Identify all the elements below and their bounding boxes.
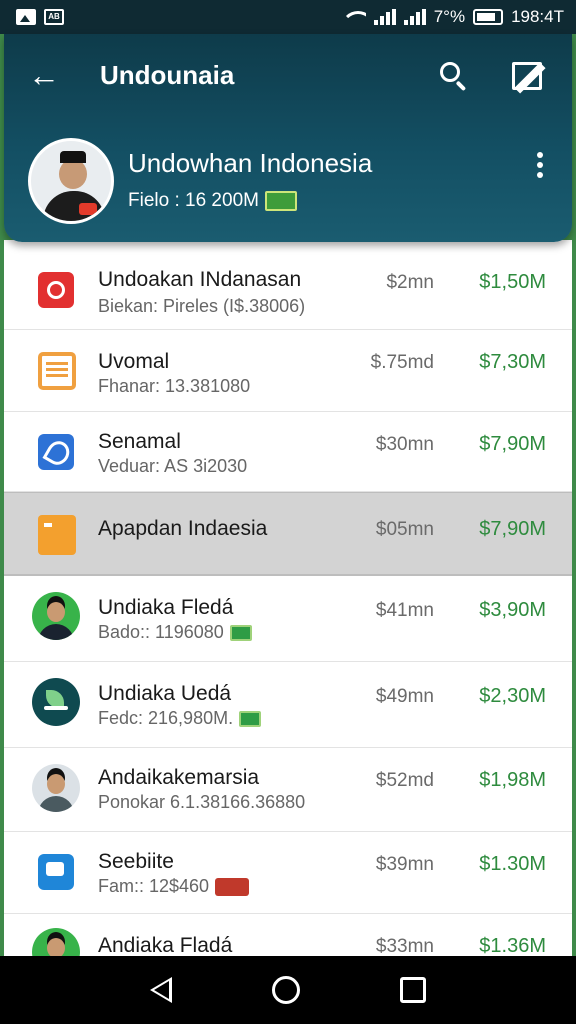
item-subtitle: Fam:: 12$460 xyxy=(98,876,210,896)
item-amount: $30mn xyxy=(375,434,434,455)
profile-subtitle-row: Fielo : 16 200M xyxy=(128,190,297,212)
status-left: AB xyxy=(16,9,64,25)
battery-percent: 7°% xyxy=(433,7,466,26)
item-subtitle: Fedc: 216,980M. xyxy=(98,708,234,728)
item-subtitle: Ponokar 6.1.38166.36880 xyxy=(98,792,306,812)
list-item-selected[interactable]: Apapdan Indaesia $05mn $7,90M xyxy=(4,492,572,576)
item-subtitle: Fhanar: 13.381080 xyxy=(98,376,251,396)
item-title: Undoakan INdanasan xyxy=(98,268,302,291)
list-item[interactable]: Seebiite Fam:: 12$460 $39mn $1.30M xyxy=(4,832,572,914)
person-avatar-icon xyxy=(32,764,80,812)
profile-name: Undowhan Indonesia xyxy=(128,148,373,178)
money-icon xyxy=(229,624,252,641)
app-title: Undounaia xyxy=(100,60,235,90)
more-options-icon[interactable] xyxy=(534,152,546,182)
item-amount: $2mn xyxy=(386,272,434,293)
document-icon xyxy=(32,346,80,394)
item-title: Undiaka Fledá xyxy=(98,596,234,619)
status-time: 198:4T xyxy=(511,7,564,26)
list-item[interactable]: Andaikakemarsia Ponokar 6.1.38166.36880 … xyxy=(4,748,572,832)
link-icon xyxy=(32,428,80,476)
item-value: $3,90M xyxy=(479,599,546,621)
item-value: $2,30M xyxy=(479,685,546,707)
battery-icon xyxy=(473,9,504,25)
leaf-icon xyxy=(32,678,80,726)
status-bar: AB 7°% 198:4T xyxy=(0,0,576,34)
item-amount: $49mn xyxy=(375,686,434,707)
item-amount: $33mn xyxy=(375,936,434,956)
nav-recent-apps-icon[interactable] xyxy=(400,977,426,1003)
nav-home-icon[interactable] xyxy=(272,976,300,1004)
list-item[interactable]: Senamal Veduar: AS 3i2030 $30mn $7,90M xyxy=(4,412,572,492)
list-item[interactable]: Undiaka Fledá Bado:: 1196080 $41mn $3,90… xyxy=(4,576,572,662)
item-subtitle-row: Fedc: 216,980M. xyxy=(98,708,262,729)
item-subtitle-row: Bado:: 1196080 xyxy=(98,622,252,643)
item-title: Uvomal xyxy=(98,350,170,373)
nav-back-icon[interactable] xyxy=(150,977,172,1003)
image-notification-icon xyxy=(16,9,36,25)
item-subtitle: Bado:: 1196080 xyxy=(98,622,224,642)
red-circle-icon xyxy=(32,266,80,314)
person-avatar-icon xyxy=(32,592,80,640)
signal-icon xyxy=(373,9,396,25)
back-arrow-icon[interactable]: ← xyxy=(26,58,62,94)
person-avatar-icon xyxy=(32,928,80,956)
money-icon xyxy=(239,710,262,727)
item-amount: $52md xyxy=(375,770,434,791)
item-value: $7,90M xyxy=(479,518,546,540)
status-right: 7°% 198:4T xyxy=(343,7,564,27)
item-amount: $.75md xyxy=(370,352,434,373)
ab-notification-icon: AB xyxy=(44,9,64,25)
item-amount: $05mn xyxy=(375,519,434,540)
list-item[interactable]: Andiaka Fladá $33mn $1.36M xyxy=(4,914,572,956)
toolbar: ← Undounaia xyxy=(4,34,572,118)
item-amount: $41mn xyxy=(375,600,434,621)
item-value: $7,90M xyxy=(479,433,546,455)
app-header: ← Undounaia Undowhan Indonesia Fielo : 1… xyxy=(4,34,572,242)
item-value: $1,50M xyxy=(479,271,546,293)
item-title: Andaikakemarsia xyxy=(98,766,260,789)
list-item[interactable]: Undoakan INdanasan Biekan: Pireles (I$.3… xyxy=(4,240,572,330)
wifi-icon xyxy=(343,9,366,25)
profile-subtitle: Fielo : 16 200M xyxy=(128,190,259,211)
item-amount: $39mn xyxy=(375,854,434,875)
item-subtitle: Veduar: AS 3i2030 xyxy=(98,456,248,476)
edit-icon[interactable] xyxy=(512,62,546,94)
stamp-icon xyxy=(215,877,250,896)
system-nav-bar xyxy=(0,956,576,1024)
item-subtitle: Biekan: Pireles (I$.38006) xyxy=(98,296,306,316)
item-title: Seebiite xyxy=(98,850,174,873)
chat-icon xyxy=(32,848,80,896)
money-icon xyxy=(264,191,297,211)
item-subtitle-row: Fam:: 12$460 xyxy=(98,876,250,897)
investment-list: Undoakan INdanasan Biekan: Pireles (I$.3… xyxy=(4,240,572,956)
search-icon[interactable] xyxy=(436,58,472,94)
item-value: $7,30M xyxy=(479,351,546,373)
signal-2-icon xyxy=(403,9,426,25)
item-value: $1.36M xyxy=(479,935,546,956)
item-title: Senamal xyxy=(98,430,181,453)
list-item[interactable]: Uvomal Fhanar: 13.381080 $.75md $7,30M xyxy=(4,330,572,412)
item-title: Apapdan Indaesia xyxy=(98,517,268,540)
item-title: Andiaka Fladá xyxy=(98,934,233,956)
item-title: Undiaka Uedá xyxy=(98,682,232,705)
list-item[interactable]: Undiaka Uedá Fedc: 216,980M. $49mn $2,30… xyxy=(4,662,572,748)
folder-icon xyxy=(32,511,80,559)
item-value: $1,98M xyxy=(479,769,546,791)
item-value: $1.30M xyxy=(479,853,546,875)
profile-avatar[interactable] xyxy=(28,138,114,224)
